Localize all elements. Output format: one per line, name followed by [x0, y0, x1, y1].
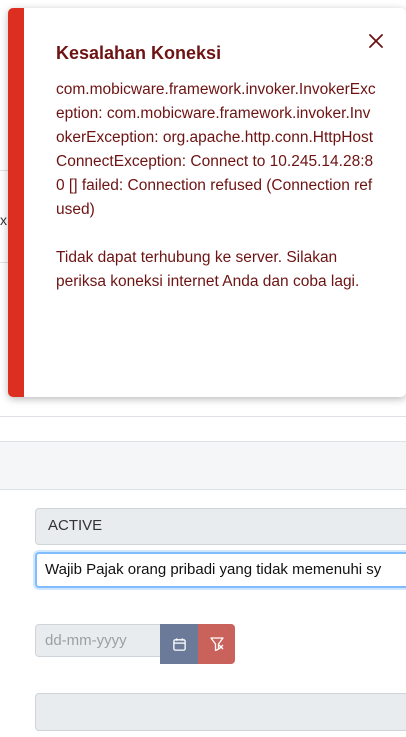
clear-filter-button[interactable]	[198, 624, 235, 664]
close-button[interactable]	[365, 30, 387, 52]
empty-input[interactable]	[35, 693, 406, 731]
close-icon	[369, 34, 383, 48]
edge-text: x	[0, 212, 7, 228]
status-field: ACTIVE	[35, 508, 406, 545]
calendar-icon	[172, 637, 186, 651]
calendar-button[interactable]	[160, 624, 198, 664]
toast-message: Tidak dapat terhubung ke server. Silakan…	[56, 249, 360, 290]
description-input[interactable]: Wajib Pajak orang pribadi yang tidak mem…	[35, 552, 406, 588]
error-toast: Kesalahan Koneksi com.mobicware.framewor…	[8, 8, 406, 397]
filter-clear-icon	[209, 637, 224, 652]
toast-error-detail: com.mobicware.framework.invoker.InvokerE…	[56, 81, 376, 218]
section-header-band	[0, 441, 406, 490]
toast-title: Kesalahan Koneksi	[56, 43, 222, 63]
toast-body: com.mobicware.framework.invoker.InvokerE…	[56, 78, 378, 294]
divider	[0, 416, 406, 417]
date-input[interactable]: dd-mm-yyyy	[35, 624, 161, 657]
toast-accent-bar	[8, 8, 24, 397]
